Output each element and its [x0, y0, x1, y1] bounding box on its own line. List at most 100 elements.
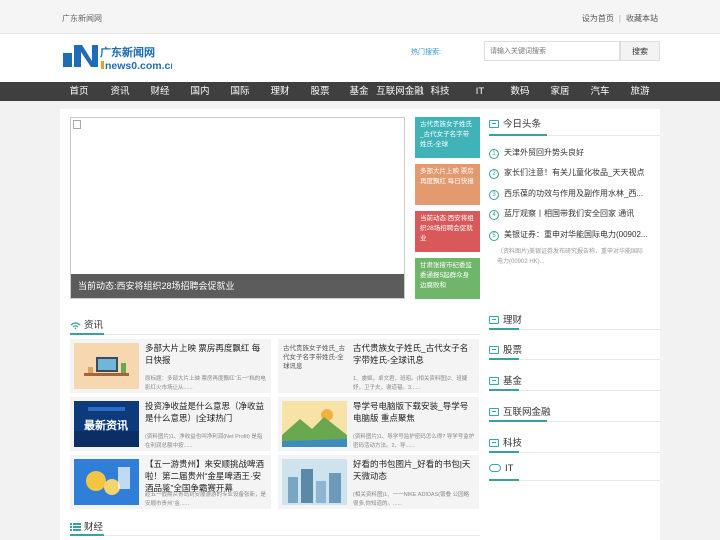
- nav-item[interactable]: 科技: [420, 82, 460, 101]
- category-title[interactable]: 互联网金融: [503, 407, 551, 418]
- latest-news-banner: 最新资讯: [74, 401, 139, 447]
- card-title[interactable]: 多部大片上映 票房再度飘红 每日快报: [145, 342, 267, 366]
- news-card[interactable]: 好看的书包图片_好看的书包|天天微动态 (相关资料图)1、一一NIKE ADID…: [278, 455, 479, 509]
- headline-text[interactable]: 西乐葆的功效与作用及副作用水林_西...: [504, 189, 643, 198]
- nav-item[interactable]: 互联网金融: [375, 82, 425, 101]
- nav-item[interactable]: 汽车: [580, 82, 620, 101]
- search-input[interactable]: [484, 41, 620, 61]
- card-thumbnail[interactable]: [282, 401, 347, 447]
- category-divider: [489, 389, 660, 391]
- mini-news-tile[interactable]: 甘肃张掖市纪委监委通报5起群众身边腐败和: [415, 258, 480, 299]
- number-icon: 5: [489, 231, 499, 241]
- headline-text[interactable]: 家长们注意！有关儿童化妆品_天天视点: [504, 168, 644, 177]
- number-icon: 2: [489, 169, 499, 179]
- logo-graphic: 广东新闻网 news0.com.cn: [63, 45, 177, 72]
- category-header-it: IT: [489, 463, 513, 477]
- section-divider: [70, 534, 480, 536]
- nav-item[interactable]: 首页: [59, 82, 99, 101]
- news-card[interactable]: 【五一游贵州】来安顺挑战啤酒啦！第二届贵州“金星啤酒王·安酒品鉴”全国争霸赛开幕…: [70, 455, 271, 509]
- category-header-funds: 基金: [489, 373, 522, 387]
- nav-item[interactable]: 财经: [140, 82, 180, 101]
- category-title[interactable]: IT: [505, 463, 513, 474]
- logo-domain: news0.com.cn: [105, 60, 172, 72]
- card-thumbnail[interactable]: [282, 459, 347, 505]
- category-title[interactable]: 股票: [503, 345, 522, 356]
- news-card[interactable]: 导学号电脑版下载安装_导学号电脑版 重点聚焦 (资料图片)1、导学号监护密码怎么…: [278, 397, 479, 451]
- card-title[interactable]: 【五一游贵州】来安顺挑战啤酒啦！第二届贵州“金星啤酒王·安酒品鉴”全国争霸赛开幕: [145, 458, 267, 494]
- nav-item[interactable]: 国际: [220, 82, 260, 101]
- news-card[interactable]: 古代贵族女子姓氏_古代女子名字带姓氏-全球讯息 古代贵族女子姓氏_古代女子名字带…: [278, 339, 479, 393]
- nav-item[interactable]: 旅游: [620, 82, 660, 101]
- card-title[interactable]: 古代贵族女子姓氏_古代女子名字带姓氏-全球讯息: [353, 342, 475, 366]
- category-header-fintech: 互联网金融: [489, 404, 551, 418]
- headline-item[interactable]: 3 西乐葆的功效与作用及副作用水林_西...: [489, 188, 660, 200]
- headline-text[interactable]: 蓝厅观察丨相国带我们安全回家 通讯: [504, 209, 634, 218]
- bookmark-link[interactable]: 收藏本站: [626, 14, 658, 23]
- broken-image-icon: [73, 120, 81, 129]
- headline-item[interactable]: 2 家长们注意！有关儿童化妆品_天天视点: [489, 167, 660, 179]
- banner-text: 最新资讯: [84, 418, 128, 432]
- nav-item[interactable]: 股票: [300, 82, 340, 101]
- card-thumbnail[interactable]: 古代贵族女子姓氏_古代女子名字带姓氏-全球讯息: [282, 343, 347, 389]
- nav-item[interactable]: 数码: [500, 82, 540, 101]
- news-icon: [489, 377, 499, 385]
- logo-brand: 广东新闻网: [100, 45, 155, 59]
- list-icon: [70, 523, 81, 531]
- category-title[interactable]: 基金: [503, 376, 522, 387]
- category-title[interactable]: 理财: [503, 315, 522, 326]
- card-thumbnail[interactable]: [74, 459, 139, 505]
- card-description: 原标题：多部大片上映 票房再度飘红“五一”档的电影红火市场让从......: [145, 376, 266, 391]
- section-title[interactable]: 资讯: [84, 320, 103, 331]
- category-header-licai: 理财: [489, 312, 522, 326]
- card-description: (资料图片)1、导学号监护密码怎么得? 导学号监护密码活动方法。2、导.....…: [353, 434, 475, 449]
- slider-caption[interactable]: 当前动态:西安将组织28场招聘会促就业: [71, 274, 404, 298]
- section-header-finance: 财经: [70, 519, 103, 533]
- card-title[interactable]: 投资净收益是什么意思（净收益是什么意思）|全球热门: [145, 400, 267, 424]
- coins-illustration: [74, 459, 139, 505]
- nav-item[interactable]: 理财: [260, 82, 300, 101]
- headlines-title[interactable]: 今日头条: [503, 119, 541, 130]
- category-divider: [489, 479, 660, 481]
- category-divider: [489, 420, 660, 422]
- category-divider: [489, 451, 660, 453]
- nav-item[interactable]: 家居: [540, 82, 580, 101]
- mini-news-tile[interactable]: 当前动态:西安将组织28场招聘会促就业: [415, 211, 480, 252]
- headline-summary: （资料图片)美银证券发布研究报告称，重申对华能国际电力(00902 HK)...: [497, 249, 643, 265]
- card-thumbnail[interactable]: [74, 343, 139, 389]
- nav-item[interactable]: 国内: [180, 82, 220, 101]
- desk-illustration: [74, 343, 139, 389]
- headline-text[interactable]: 天津外贸回升势头良好: [504, 148, 584, 157]
- mini-news-tile[interactable]: 古代贵族女子姓氏_古代女子名字带姓氏-全球: [415, 117, 480, 158]
- broken-image-alt: 古代贵族女子姓氏_古代女子名字带姓氏-全球讯息: [283, 345, 346, 370]
- headline-item[interactable]: 4 蓝厅观察丨相国带我们安全回家 通讯: [489, 208, 660, 220]
- nav-item[interactable]: IT: [460, 82, 500, 101]
- header: 广东新闻网 news0.com.cn 热门搜索: 搜索: [0, 34, 720, 82]
- number-icon: 3: [489, 190, 499, 200]
- news-icon: [489, 120, 499, 128]
- site-logo[interactable]: 广东新闻网 news0.com.cn: [62, 41, 177, 75]
- top-bar: 广东新闻网 设为首页 | 收藏本站: [0, 0, 720, 34]
- headline-text[interactable]: 美银证券：重申对华能国际电力(00902...: [504, 230, 648, 239]
- card-title[interactable]: 导学号电脑版下载安装_导学号电脑版 重点聚焦: [353, 400, 475, 424]
- site-name[interactable]: 广东新闻网: [62, 13, 102, 24]
- card-description: (相关资料图)1、一一NIKE ADIDAS(锻叠 公园略 很多,你知道的。..…: [353, 492, 470, 507]
- hot-search-label[interactable]: 热门搜索:: [411, 47, 441, 57]
- category-title[interactable]: 科技: [503, 438, 522, 449]
- card-thumbnail[interactable]: 最新资讯: [74, 401, 139, 447]
- headline-item[interactable]: 5 美银证券：重申对华能国际电力(00902...: [489, 229, 660, 241]
- nav-item[interactable]: 资讯: [100, 82, 140, 101]
- mini-news-tile[interactable]: 多部大片上映 票房再度飘红 每日快报: [415, 164, 480, 205]
- section-header-news: 资讯: [70, 317, 103, 331]
- set-home-link[interactable]: 设为首页: [582, 14, 614, 23]
- news-icon: [489, 439, 499, 447]
- news-card[interactable]: 最新资讯 投资净收益是什么意思（净收益是什么意思）|全球热门 (资料图片)1、净…: [70, 397, 271, 451]
- landscape-illustration: [282, 401, 347, 447]
- nav-item[interactable]: 基金: [339, 82, 379, 101]
- news-icon: [489, 408, 499, 416]
- section-title[interactable]: 财经: [84, 522, 103, 533]
- news-card[interactable]: 多部大片上映 票房再度飘红 每日快报 原标题：多部大片上映 票房再度飘红“五一”…: [70, 339, 271, 393]
- card-title[interactable]: 好看的书包图片_好看的书包|天天微动态: [353, 458, 475, 482]
- headline-item[interactable]: 1 天津外贸回升势头良好: [489, 147, 660, 159]
- featured-slider[interactable]: 当前动态:西安将组织28场招聘会促就业: [70, 117, 405, 299]
- search-button[interactable]: 搜索: [620, 41, 660, 61]
